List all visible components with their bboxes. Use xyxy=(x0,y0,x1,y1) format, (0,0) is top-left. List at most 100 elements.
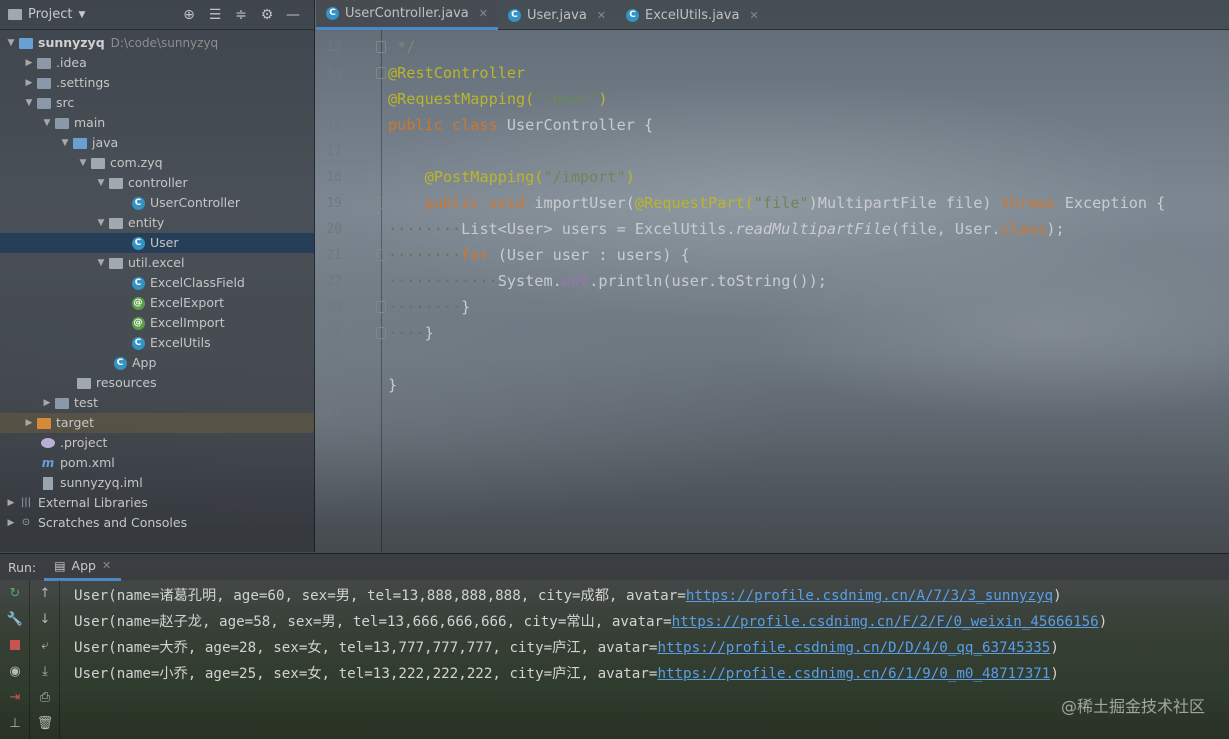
tab-user[interactable]: C User.java ✕ xyxy=(498,0,616,30)
console-link[interactable]: https://profile.csdnimg.cn/F/2/F/0_weixi… xyxy=(672,614,1099,630)
console-link[interactable]: https://profile.csdnimg.cn/D/D/4/0_qq_63… xyxy=(657,640,1050,656)
chevron-right-icon: ▶ xyxy=(43,398,51,408)
arrow-up-icon[interactable]: ↑ xyxy=(30,580,60,606)
fold-marker-icon[interactable] xyxy=(376,249,386,261)
tree-item-scratches[interactable]: ▶ ⊙ Scratches and Consoles xyxy=(0,513,314,533)
console-link[interactable]: https://profile.csdnimg.cn/A/7/3/3_sunny… xyxy=(686,588,1053,604)
tree-item-entity[interactable]: ▼ entity xyxy=(0,213,314,233)
tree-item-project-file[interactable]: .project xyxy=(0,433,314,453)
close-icon[interactable]: ✕ xyxy=(749,9,758,22)
tree-item-settings[interactable]: ▶ .settings xyxy=(0,73,314,93)
line-number: 14 xyxy=(326,66,342,81)
tree-item-label: ExcelImport xyxy=(150,315,225,330)
fold-marker-icon[interactable] xyxy=(376,327,386,339)
fold-marker-icon[interactable] xyxy=(376,41,386,53)
line-number: 17 xyxy=(326,144,342,159)
keyword-token: public void xyxy=(424,194,526,212)
console-link[interactable]: https://profile.csdnimg.cn/6/1/9/0_m0_48… xyxy=(657,666,1050,682)
exit-icon[interactable]: ⇥ xyxy=(0,684,30,710)
code-line-15: @RequestMapping("/user") xyxy=(388,90,607,108)
tree-item-excelclassfield[interactable]: C ExcelClassField xyxy=(0,273,314,293)
tree-item-external-libraries[interactable]: ▶ ||| External Libraries xyxy=(0,493,314,513)
tree-item-src[interactable]: ▼ src xyxy=(0,93,314,113)
fold-marker-icon[interactable] xyxy=(376,67,386,79)
chevron-down-icon: ▼ xyxy=(97,258,105,268)
arrow-down-icon[interactable]: ↓ xyxy=(30,606,60,632)
run-toolbar-left: ↻ 🔧 ◉ ⇥ ⊥ xyxy=(0,580,30,739)
tree-item-label: java xyxy=(92,135,119,150)
code-token: importUser( xyxy=(525,194,635,212)
project-tree: ▼ sunnyzyq D:\code\sunnyzyq ▶ .idea ▶ .setti… xyxy=(0,30,314,533)
tree-item-main[interactable]: ▼ main xyxy=(0,113,314,133)
tree-item-iml[interactable]: sunnyzyq.iml xyxy=(0,473,314,493)
string-token: "file" xyxy=(753,194,809,212)
tree-item-resources[interactable]: resources xyxy=(0,373,314,393)
tree-item-sunnyzyq[interactable]: ▼ sunnyzyq D:\code\sunnyzyq xyxy=(0,33,314,53)
tree-item-user[interactable]: C User xyxy=(0,233,314,253)
print-icon[interactable]: ⎙ xyxy=(30,684,60,710)
gear-icon[interactable]: ⚙ xyxy=(254,7,280,23)
hide-panel-icon[interactable]: — xyxy=(280,7,306,23)
package-icon xyxy=(90,156,106,170)
folder-icon xyxy=(36,96,52,110)
trash-icon[interactable]: 🗑 xyxy=(30,710,60,736)
code-token: )MultipartFile file) xyxy=(808,194,1001,212)
tab-run-app[interactable]: ▤ App ✕ xyxy=(44,554,122,581)
package-icon xyxy=(108,216,124,230)
module-folder-icon xyxy=(18,36,34,50)
watermark: @稀土掘金技术社区 xyxy=(1060,697,1205,716)
camera-icon[interactable]: ◉ xyxy=(0,658,30,684)
fold-marker-icon[interactable] xyxy=(376,301,386,313)
tree-item-util-excel[interactable]: ▼ util.excel xyxy=(0,253,314,273)
folder-icon xyxy=(36,56,52,70)
stop-icon[interactable] xyxy=(0,632,30,658)
tree-item-idea[interactable]: ▶ .idea xyxy=(0,53,314,73)
java-class-icon: C xyxy=(326,7,339,20)
code-token: } xyxy=(461,298,471,316)
tree-item-label: .settings xyxy=(56,75,110,90)
close-icon[interactable]: ✕ xyxy=(479,7,488,20)
chevron-right-icon: ▶ xyxy=(7,518,15,528)
chevron-down-icon: ▼ xyxy=(79,158,87,168)
close-icon[interactable]: ✕ xyxy=(102,559,111,572)
chevron-right-icon: ▶ xyxy=(25,78,33,88)
soft-wrap-icon[interactable]: ⤶ xyxy=(30,632,60,658)
tree-item-test[interactable]: ▶ test xyxy=(0,393,314,413)
collapse-all-icon[interactable]: ≑ xyxy=(228,7,254,23)
tab-usercontroller[interactable]: C UserController.java ✕ xyxy=(316,0,498,30)
tree-item-label: resources xyxy=(96,375,157,390)
tree-item-excelutils[interactable]: C ExcelUtils xyxy=(0,333,314,353)
tree-item-excelexport[interactable]: @ ExcelExport xyxy=(0,293,314,313)
close-icon[interactable]: ✕ xyxy=(597,9,606,22)
chevron-down-icon: ▼ xyxy=(43,118,51,128)
scroll-to-end-icon[interactable]: ⤓ xyxy=(30,658,60,684)
project-view-selector[interactable]: Project ▼ xyxy=(8,7,176,22)
pin-icon[interactable]: ⊥ xyxy=(0,710,30,736)
tab-excelutils[interactable]: C ExcelUtils.java ✕ xyxy=(616,0,769,30)
locate-icon[interactable]: ⊕ xyxy=(176,7,202,23)
tree-item-excelimport[interactable]: @ ExcelImport xyxy=(0,313,314,333)
tree-item-label: sunnyzyq.iml xyxy=(60,475,143,490)
rerun-icon[interactable]: ↻ xyxy=(0,580,30,606)
tree-item-usercontroller[interactable]: C UserController xyxy=(0,193,314,213)
console-text: User(name=赵子龙, age=58, sex=男, tel=13,666… xyxy=(74,614,672,630)
expand-all-icon[interactable]: ☰ xyxy=(202,7,228,23)
tree-item-label: External Libraries xyxy=(38,495,148,510)
tree-item-pom-xml[interactable]: m pom.xml xyxy=(0,453,314,473)
tree-item-label: ExcelUtils xyxy=(150,335,211,350)
line-number: 26 xyxy=(326,378,342,393)
tree-item-java[interactable]: ▼ java xyxy=(0,133,314,153)
line-number: 13 xyxy=(326,40,342,55)
annotation-token: ) xyxy=(598,90,608,108)
tree-item-app[interactable]: C App xyxy=(0,353,314,373)
annotation-icon: @ xyxy=(131,316,145,330)
tab-label: User.java xyxy=(526,7,587,23)
tree-item-controller[interactable]: ▼ controller xyxy=(0,173,314,193)
wrench-icon[interactable]: 🔧 xyxy=(0,606,30,632)
folder-icon xyxy=(54,116,70,130)
tree-item-target[interactable]: ▶ target xyxy=(0,413,314,433)
tree-item-com-zyq[interactable]: ▼ com.zyq xyxy=(0,153,314,173)
tab-label: ExcelUtils.java xyxy=(645,7,740,23)
java-class-icon: C xyxy=(130,276,146,290)
fold-marker-icon[interactable] xyxy=(376,197,386,209)
